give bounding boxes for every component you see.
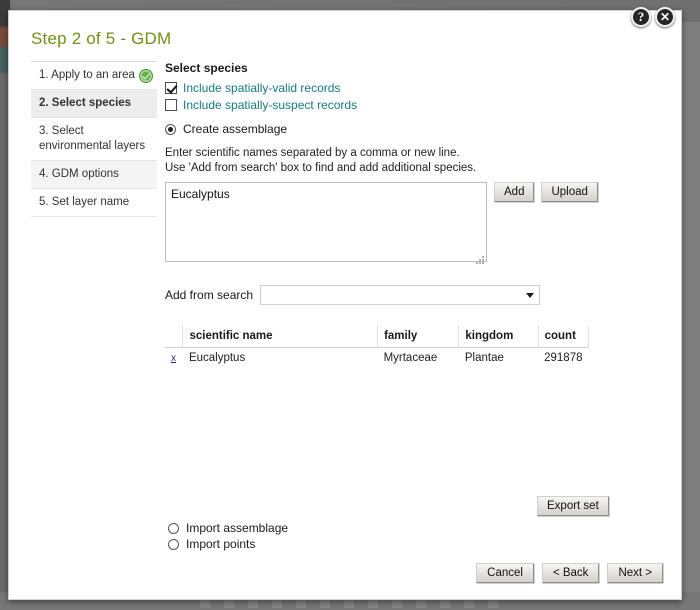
sidebar-item-gdm-options[interactable]: 4. GDM options [31, 161, 157, 189]
close-icon[interactable]: ✕ [655, 7, 675, 27]
checkbox-row-suspect-records[interactable]: Include spatially-suspect records [165, 98, 665, 112]
import-options-group: Import assemblage Import points [168, 521, 288, 553]
add-from-search-row: Add from search [165, 285, 665, 305]
wizard-step-list: 1. Apply to an area 2. Select species 3.… [31, 61, 157, 217]
sidebar-item-label: 3. Select environmental layers [39, 125, 146, 152]
table-cell-family: Myrtaceae [383, 352, 438, 364]
upload-button[interactable]: Upload [541, 182, 598, 202]
radio-label-import-points[interactable]: Import points [186, 537, 255, 551]
add-from-search-input[interactable] [261, 288, 521, 302]
radio-import-points[interactable] [168, 538, 179, 550]
checkbox-spatially-valid[interactable] [165, 82, 177, 94]
species-table: scientific name family kingdom count x E… [165, 325, 590, 369]
window-controls: ? ✕ [631, 7, 675, 27]
table-header-row: scientific name family kingdom count [165, 325, 590, 348]
back-button[interactable]: < Back [541, 563, 600, 583]
table-cell-scientific-name: Eucalyptus [188, 352, 246, 364]
radio-row-import-assemblage[interactable]: Import assemblage [168, 521, 288, 535]
help-icon[interactable]: ? [631, 7, 651, 27]
checkbox-label-spatially-suspect[interactable]: Include spatially-suspect records [183, 98, 357, 112]
delete-row-link[interactable]: x [171, 353, 176, 364]
sidebar-item-label: 5. Set layer name [39, 196, 130, 208]
table-cell-delete: x [165, 348, 183, 369]
cancel-button[interactable]: Cancel [476, 563, 534, 583]
checkbox-label-spatially-valid[interactable]: Include spatially-valid records [183, 81, 340, 95]
add-button[interactable]: Add [494, 182, 535, 202]
table-cell-kingdom: Plantae [464, 352, 504, 364]
species-names-textarea[interactable] [165, 182, 487, 262]
table-header-delete [165, 325, 184, 348]
sidebar-item-label: 4. GDM options [39, 168, 119, 180]
section-title: Select species [165, 61, 248, 75]
checkbox-row-valid-records[interactable]: Include spatially-valid records [165, 81, 665, 95]
instructions: Enter scientific names separated by a co… [165, 146, 665, 176]
check-circle-icon [139, 69, 153, 83]
add-from-search-combobox[interactable] [260, 285, 540, 305]
export-set-button[interactable]: Export set [537, 496, 609, 516]
sidebar-item-select-species[interactable]: 2. Select species [31, 90, 157, 118]
table-header-family: family [377, 325, 460, 348]
sidebar-item-label: 1. Apply to an area [39, 69, 135, 81]
instructions-line-1: Enter scientific names separated by a co… [165, 147, 460, 159]
sidebar-item-label: 2. Select species [39, 97, 132, 109]
species-textarea-wrapper [165, 182, 487, 267]
radio-label-import-assemblage[interactable]: Import assemblage [186, 521, 288, 535]
radio-row-create-assemblage[interactable]: Create assemblage [165, 122, 665, 136]
add-from-search-label: Add from search [165, 288, 254, 302]
table-cell-count: 291878 [544, 352, 583, 364]
sidebar-item-set-layer-name[interactable]: 5. Set layer name [31, 189, 157, 217]
species-input-row: Add Upload [165, 182, 665, 267]
table-header-scientific-name: scientific name [182, 325, 379, 348]
checkbox-spatially-suspect[interactable] [165, 99, 177, 111]
page-title: Step 2 of 5 - GDM [31, 29, 172, 48]
table-header-kingdom: kingdom [458, 325, 539, 348]
radio-import-assemblage[interactable] [168, 522, 179, 534]
next-button[interactable]: Next > [607, 563, 663, 583]
radio-row-import-points[interactable]: Import points [168, 537, 288, 551]
table-header-count: count [538, 325, 590, 348]
instructions-line-2: Use 'Add from search' box to find and ad… [165, 162, 477, 174]
wizard-footer: Cancel < Back Next > [476, 563, 663, 583]
gdm-wizard-dialog: ? ✕ Step 2 of 5 - GDM 1. Apply to an are… [8, 7, 682, 600]
sidebar-item-select-environmental-layers[interactable]: 3. Select environmental layers [31, 118, 157, 161]
sidebar-item-apply-to-an-area[interactable]: 1. Apply to an area [31, 62, 157, 90]
table-row: x Eucalyptus Myrtaceae Plantae 291878 [165, 348, 589, 369]
radio-label-create-assemblage[interactable]: Create assemblage [183, 122, 287, 136]
radio-create-assemblage[interactable] [165, 123, 176, 135]
select-species-panel: Select species Include spatially-valid r… [165, 61, 665, 551]
export-set-wrapper: Export set [537, 496, 609, 516]
chevron-down-icon[interactable] [521, 286, 539, 304]
